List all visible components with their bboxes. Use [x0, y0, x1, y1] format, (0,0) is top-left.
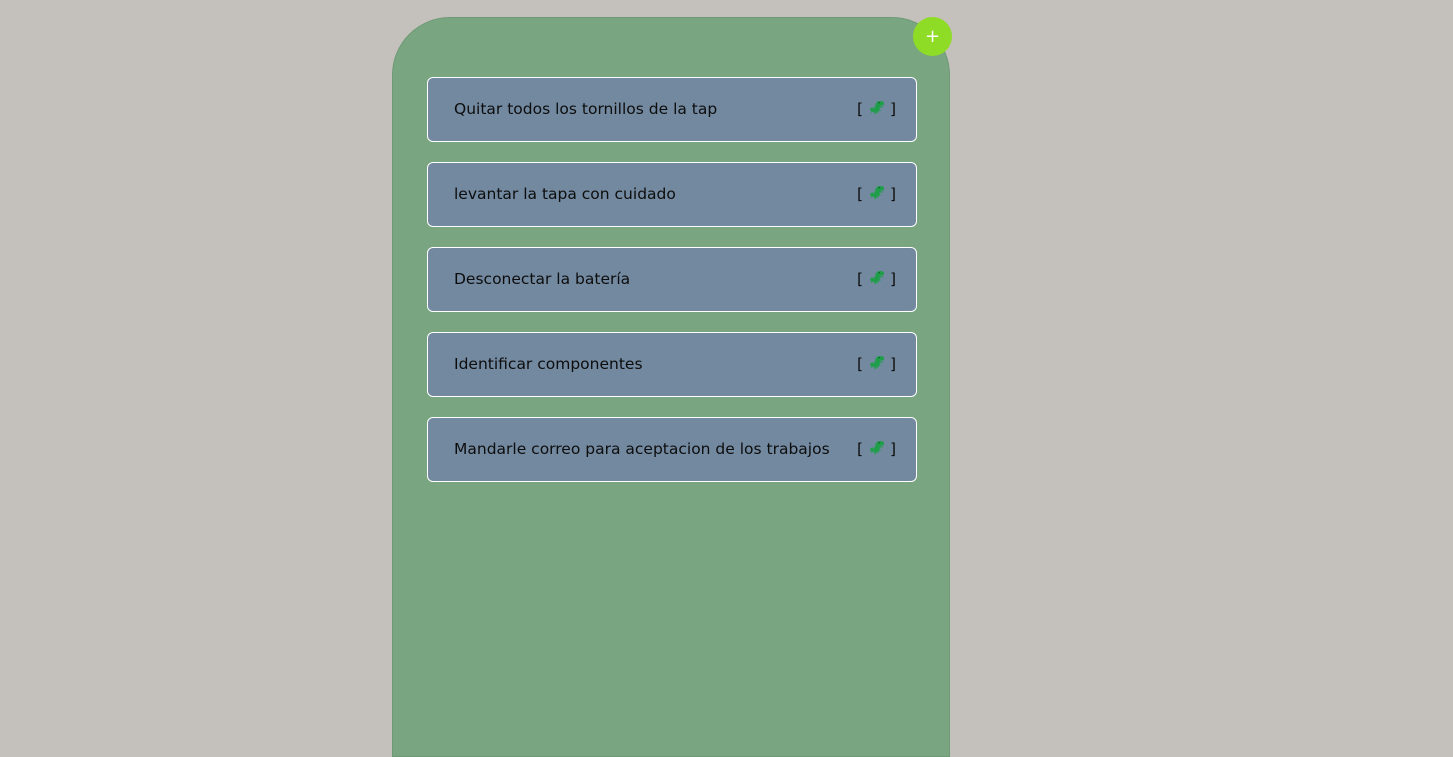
bracket-open: [: [857, 355, 864, 373]
dinosaur-icon: [870, 186, 884, 199]
task-label: Desconectar la batería: [454, 270, 631, 288]
bracket-open: [: [857, 270, 864, 288]
task-item[interactable]: Identificar componentes [ ]: [427, 332, 917, 397]
task-item[interactable]: levantar la tapa con cuidado [ ]: [427, 162, 917, 227]
task-action-button[interactable]: [ ]: [857, 78, 896, 141]
dinosaur-icon: [870, 441, 884, 454]
task-action-button[interactable]: [ ]: [857, 248, 896, 311]
dinosaur-icon: [870, 101, 884, 114]
bracket-close: ]: [889, 185, 896, 203]
task-list: Quitar todos los tornillos de la tap [ ]…: [427, 77, 917, 502]
bracket-close: ]: [889, 440, 896, 458]
task-action-button[interactable]: [ ]: [857, 163, 896, 226]
task-label: Mandarle correo para aceptacion de los t…: [454, 440, 830, 458]
bracket-close: ]: [889, 355, 896, 373]
bracket-open: [: [857, 100, 864, 118]
add-task-button[interactable]: +: [913, 17, 952, 56]
bracket-open: [: [857, 440, 864, 458]
task-label: Quitar todos los tornillos de la tap: [454, 100, 718, 118]
dinosaur-icon: [870, 271, 884, 284]
task-item[interactable]: Quitar todos los tornillos de la tap [ ]: [427, 77, 917, 142]
bracket-close: ]: [889, 270, 896, 288]
dinosaur-icon: [870, 356, 884, 369]
task-action-button[interactable]: [ ]: [857, 333, 896, 396]
task-action-button[interactable]: [ ]: [857, 418, 896, 481]
task-label: levantar la tapa con cuidado: [454, 185, 676, 203]
task-label: Identificar componentes: [454, 355, 643, 373]
bracket-close: ]: [889, 100, 896, 118]
task-item[interactable]: Mandarle correo para aceptacion de los t…: [427, 417, 917, 482]
task-item[interactable]: Desconectar la batería [ ]: [427, 247, 917, 312]
bracket-open: [: [857, 185, 864, 203]
